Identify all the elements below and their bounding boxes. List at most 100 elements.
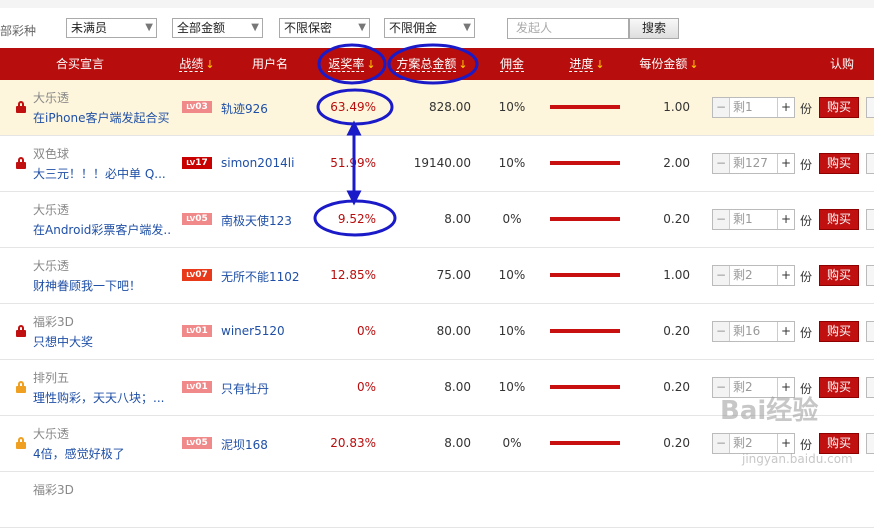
share-quantity-stepper[interactable]: − 剩16 + (712, 321, 795, 342)
plan-slogan-link[interactable]: 只想中大奖 (33, 333, 93, 350)
level-prefix: LV (186, 439, 196, 447)
plan-slogan-link[interactable]: 理性购彩，天天八块；... (33, 389, 164, 406)
buy-button[interactable]: 购买 (819, 153, 859, 174)
total-amount: 80.00 (436, 324, 471, 338)
return-rate: 0% (356, 324, 376, 338)
increment-button[interactable]: + (777, 154, 794, 173)
lottery-type: 大乐透 (33, 203, 70, 217)
buy-button[interactable]: 购买 (819, 265, 859, 286)
decrement-button[interactable]: − (713, 266, 730, 285)
commission: 10% (498, 268, 526, 282)
level-prefix: LV (186, 383, 196, 391)
col-per-share[interactable]: 每份金额 ↓ (634, 48, 704, 80)
share-quantity-input[interactable]: 剩2 (730, 266, 778, 285)
level-badge: LV01 (182, 381, 212, 393)
plan-slogan-link[interactable]: 在Android彩票客户端发... (33, 221, 171, 238)
share-quantity-input[interactable]: 剩2 (730, 434, 778, 453)
table-row: 大乐透 在Android彩票客户端发... LV05 南极天使123 9.52% 8.00… (0, 192, 874, 248)
share-quantity-input[interactable]: 剩16 (730, 322, 778, 341)
col-return-rate[interactable]: 返奖率 ↓ (322, 48, 382, 80)
more-button[interactable] (866, 321, 874, 342)
share-quantity-stepper[interactable]: − 剩127 + (712, 153, 795, 174)
share-quantity-stepper[interactable]: − 剩2 + (712, 433, 795, 454)
increment-button[interactable]: + (777, 322, 794, 341)
level-number: 05 (195, 438, 208, 448)
sort-arrow-icon: ↓ (366, 58, 376, 71)
increment-button[interactable]: + (777, 434, 794, 453)
col-progress[interactable]: 进度 ↓ (562, 48, 612, 80)
buy-button[interactable]: 购买 (819, 97, 859, 118)
col-commission[interactable]: 佣金 (492, 48, 532, 80)
share-quantity-stepper[interactable]: − 剩2 + (712, 265, 795, 286)
plan-slogan-link[interactable]: 大三元！！！必中单 Q... (33, 165, 166, 182)
decrement-button[interactable]: − (713, 154, 730, 173)
col-record[interactable]: 战绩 ↓ (172, 48, 222, 80)
increment-button[interactable]: + (777, 266, 794, 285)
username-link[interactable]: 无所不能1102 (221, 268, 300, 285)
username-link[interactable]: 轨迹926 (221, 100, 268, 117)
progress-bar (550, 441, 620, 445)
return-rate: 12.85% (330, 268, 376, 282)
level-badge: LV07 (182, 269, 212, 281)
buy-button[interactable]: 购买 (819, 321, 859, 342)
table-row: 福彩3D 只想中大奖 LV01 winer5120 0% 80.00 10% 0.20 − 剩16… (0, 304, 874, 360)
decrement-button[interactable]: − (713, 210, 730, 229)
more-button[interactable] (866, 265, 874, 286)
lottery-type: 福彩3D (33, 483, 74, 497)
lock-icon (16, 325, 26, 337)
buy-button[interactable]: 购买 (819, 377, 859, 398)
increment-button[interactable]: + (777, 210, 794, 229)
username-link[interactable]: simon2014li (221, 156, 294, 170)
share-quantity-input[interactable]: 剩127 (730, 154, 778, 173)
more-button[interactable] (866, 209, 874, 230)
more-button[interactable] (866, 97, 874, 118)
decrement-button[interactable]: − (713, 434, 730, 453)
col-subscribe-label: 认购 (829, 57, 854, 71)
username-link[interactable]: 泥坝168 (221, 436, 268, 453)
col-username-label: 用户名 (251, 57, 288, 71)
share-quantity-input[interactable]: 剩1 (730, 98, 778, 117)
total-amount: 75.00 (436, 268, 471, 282)
decrement-button[interactable]: − (713, 322, 730, 341)
amount-filter-select[interactable]: 全部金额 ▼ (172, 18, 263, 38)
more-button[interactable] (866, 433, 874, 454)
col-return-rate-label: 返奖率 (328, 57, 365, 72)
lottery-type-label: 部彩种 (0, 24, 37, 38)
share-quantity-stepper[interactable]: − 剩1 + (712, 209, 795, 230)
more-button[interactable] (866, 153, 874, 174)
per-share-amount: 0.20 (663, 436, 690, 450)
search-button[interactable]: 搜索 (629, 18, 679, 39)
share-unit: 份 (800, 158, 813, 172)
username-link[interactable]: 只有牡丹 (221, 380, 269, 397)
col-username: 用户名 (240, 48, 300, 80)
col-record-label: 战绩 (179, 57, 204, 72)
col-total-amount[interactable]: 方案总金额 ↓ (392, 48, 472, 80)
plan-slogan-link[interactable]: 4倍，感觉好极了 (33, 445, 125, 462)
username-link[interactable]: 南极天使123 (221, 212, 292, 229)
privacy-filter-select[interactable]: 不限保密 ▼ (279, 18, 370, 38)
lottery-type: 大乐透 (33, 259, 70, 273)
initiator-search-input[interactable]: 发起人 (507, 18, 629, 39)
level-badge: LV01 (182, 325, 212, 337)
more-button[interactable] (866, 377, 874, 398)
increment-button[interactable]: + (777, 98, 794, 117)
level-number: 05 (195, 214, 208, 224)
plan-slogan-link[interactable]: 在iPhone客户端发起合买 (33, 109, 170, 126)
commission-filter-select[interactable]: 不限佣金 ▼ (384, 18, 475, 38)
progress-bar (550, 217, 620, 221)
level-number: 01 (195, 326, 208, 336)
buy-button[interactable]: 购买 (819, 209, 859, 230)
decrement-button[interactable]: − (713, 98, 730, 117)
level-prefix: LV (186, 271, 196, 279)
level-badge: LV17 (182, 157, 212, 169)
plan-slogan-link[interactable]: 财神眷顾我一下吧！ (33, 277, 141, 294)
return-rate: 51.99% (330, 156, 376, 170)
buy-button[interactable]: 购买 (819, 433, 859, 454)
share-quantity-input[interactable]: 剩1 (730, 210, 778, 229)
level-badge: LV05 (182, 213, 212, 225)
lock-icon (16, 157, 26, 169)
lottery-type: 福彩3D (33, 315, 74, 329)
status-filter-select[interactable]: 未满员 ▼ (66, 18, 157, 38)
share-quantity-stepper[interactable]: − 剩1 + (712, 97, 795, 118)
username-link[interactable]: winer5120 (221, 324, 285, 338)
